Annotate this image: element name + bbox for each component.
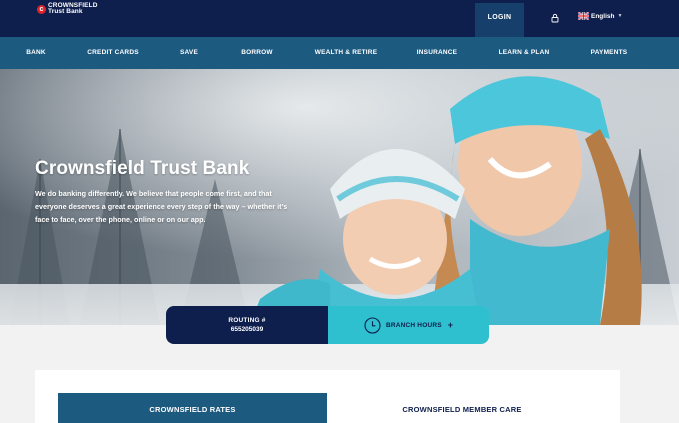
logo-line-2: Trust Bank	[48, 8, 83, 15]
chevron-down-icon: ▼	[617, 13, 623, 19]
clock-icon	[364, 316, 381, 334]
bank-logo[interactable]: c CROWNSFIELD Trust Bank	[37, 2, 98, 15]
logo-text: CROWNSFIELD Trust Bank	[48, 2, 98, 15]
nav-item-wealth-retire[interactable]: WEALTH & RETIRE	[315, 37, 377, 69]
nav-item-payments[interactable]: PAYMENTS	[591, 37, 628, 69]
routing-number-box: ROUTING # 655205039	[166, 306, 328, 344]
branch-hours-label: BRANCH HOURS	[385, 321, 442, 329]
plus-icon: +	[447, 320, 454, 330]
member-care-tab[interactable]: CROWNSFIELD MEMBER CARE	[328, 393, 596, 423]
lock-icon[interactable]	[550, 13, 560, 23]
logo-mark-icon: c	[37, 5, 46, 14]
hero-banner: Crownsfield Trust Bank We do banking dif…	[0, 69, 679, 325]
nav-item-learn-plan[interactable]: LEARN & PLAN	[499, 37, 550, 69]
login-button[interactable]: LOGIN	[475, 3, 524, 37]
top-bar: c CROWNSFIELD Trust Bank LOGIN English ▼	[0, 0, 679, 37]
rates-tab[interactable]: CROWNSFIELD RATES	[58, 393, 327, 423]
hero-title: Crownsfield Trust Bank	[35, 158, 250, 179]
language-label: English	[591, 12, 615, 20]
hero-description: We do banking differently. We believe th…	[35, 189, 288, 224]
routing-label: ROUTING #	[228, 317, 266, 324]
main-navigation: BANK CREDIT CARDS SAVE BORROW WEALTH & R…	[0, 37, 679, 69]
nav-item-insurance[interactable]: INSURANCE	[417, 37, 457, 69]
nav-item-borrow[interactable]: BORROW	[241, 37, 273, 69]
nav-item-bank[interactable]: BANK	[26, 37, 46, 69]
uk-flag-icon	[578, 12, 589, 20]
language-selector[interactable]: English ▼	[578, 12, 622, 20]
routing-number: 655205039	[230, 326, 264, 333]
branch-hours-button[interactable]: BRANCH HOURS +	[328, 306, 489, 344]
nav-item-credit-cards[interactable]: CREDIT CARDS	[87, 37, 139, 69]
nav-item-save[interactable]: SAVE	[180, 37, 198, 69]
